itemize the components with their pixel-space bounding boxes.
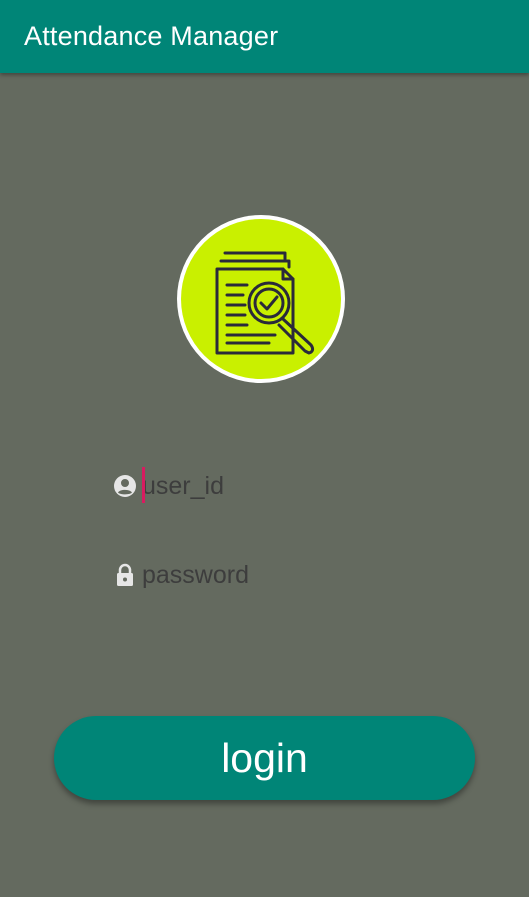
password-input[interactable]: [142, 557, 402, 593]
user-id-field[interactable]: [112, 466, 412, 506]
lock-icon: [112, 562, 138, 588]
app-title: Attendance Manager: [24, 21, 279, 51]
logo-background: [181, 219, 341, 379]
account-circle-icon: [112, 473, 138, 499]
password-field[interactable]: [112, 555, 412, 595]
login-button[interactable]: login: [54, 716, 475, 800]
app-bar: Attendance Manager: [0, 0, 529, 73]
text-cursor: [142, 467, 145, 503]
document-search-icon: [215, 251, 315, 355]
user-id-input[interactable]: [142, 468, 402, 504]
app-logo: [177, 215, 345, 383]
